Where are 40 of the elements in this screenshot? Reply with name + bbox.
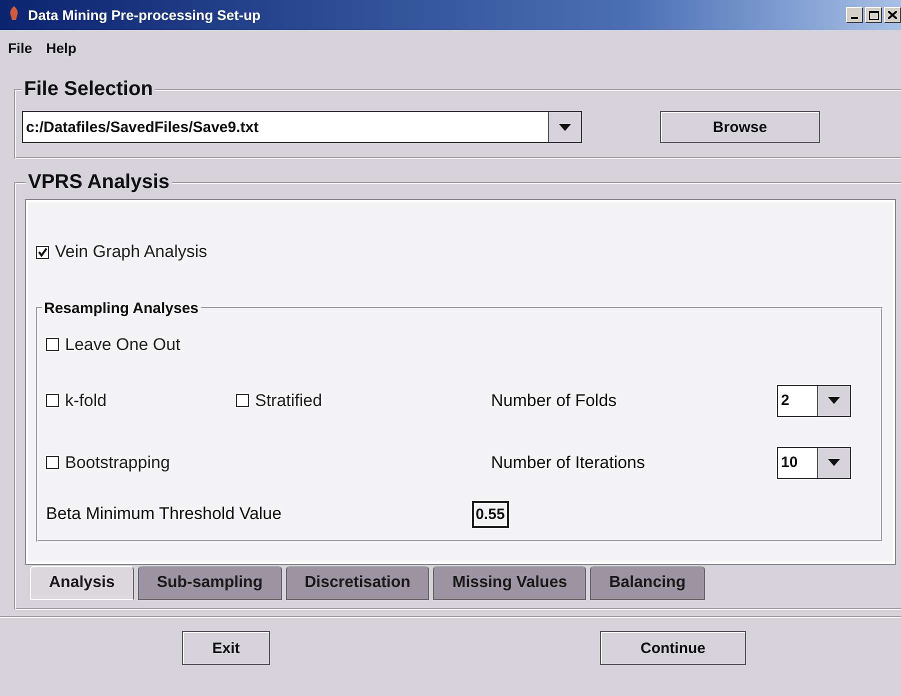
- threshold-field[interactable]: 0.55: [472, 500, 509, 528]
- tab[interactable]: Analysis: [30, 566, 134, 600]
- tab[interactable]: Missing Values: [433, 566, 586, 600]
- continue-button[interactable]: Continue: [600, 631, 746, 665]
- iterations-combo[interactable]: 10: [777, 446, 851, 478]
- exit-button[interactable]: Exit: [182, 631, 270, 665]
- checkbox-label: Bootstrapping: [65, 452, 170, 472]
- group-title: VPRS Analysis: [27, 171, 171, 194]
- close-button[interactable]: [884, 7, 901, 23]
- file-path-combo[interactable]: c:/Datafiles/SavedFiles/Save9.txt: [22, 111, 582, 143]
- close-icon: [888, 11, 897, 19]
- group-title: Resampling Analyses: [43, 300, 200, 316]
- field-label: Number of Folds: [491, 390, 618, 410]
- dropdown-arrow-icon: [828, 397, 840, 404]
- checkbox-label: Vein Graph Analysis: [55, 242, 208, 262]
- tab[interactable]: Balancing: [590, 566, 705, 600]
- group-title: File Selection: [23, 78, 154, 101]
- window-title: Data Mining Pre-processing Set-up: [28, 7, 261, 23]
- checkbox[interactable]: [46, 338, 59, 351]
- dropdown-arrow-icon: [559, 124, 571, 130]
- checkbox-label: Leave One Out: [65, 334, 180, 354]
- menu-item[interactable]: Help: [46, 40, 76, 56]
- checkbox[interactable]: [46, 456, 59, 469]
- maximize-button[interactable]: [865, 7, 882, 23]
- menu-item[interactable]: File: [8, 40, 32, 56]
- checkbox-label: k-fold: [65, 390, 107, 410]
- maximize-icon: [868, 10, 878, 20]
- checkbox-label: Stratified: [255, 390, 322, 410]
- checkbox[interactable]: [236, 394, 249, 407]
- field-label: Beta Minimum Threshold Value: [46, 504, 282, 524]
- dropdown-arrow-icon: [828, 459, 840, 466]
- checkbox[interactable]: [36, 246, 49, 258]
- minimize-button[interactable]: [846, 7, 863, 23]
- browse-button[interactable]: Browse: [660, 111, 820, 143]
- field-label: Number of Iterations: [491, 452, 646, 472]
- checkbox[interactable]: [46, 394, 59, 407]
- tab[interactable]: Discretisation: [286, 566, 430, 600]
- folds-combo[interactable]: 2: [777, 384, 851, 416]
- app-icon: [8, 4, 20, 20]
- tab[interactable]: Sub-sampling: [138, 566, 282, 600]
